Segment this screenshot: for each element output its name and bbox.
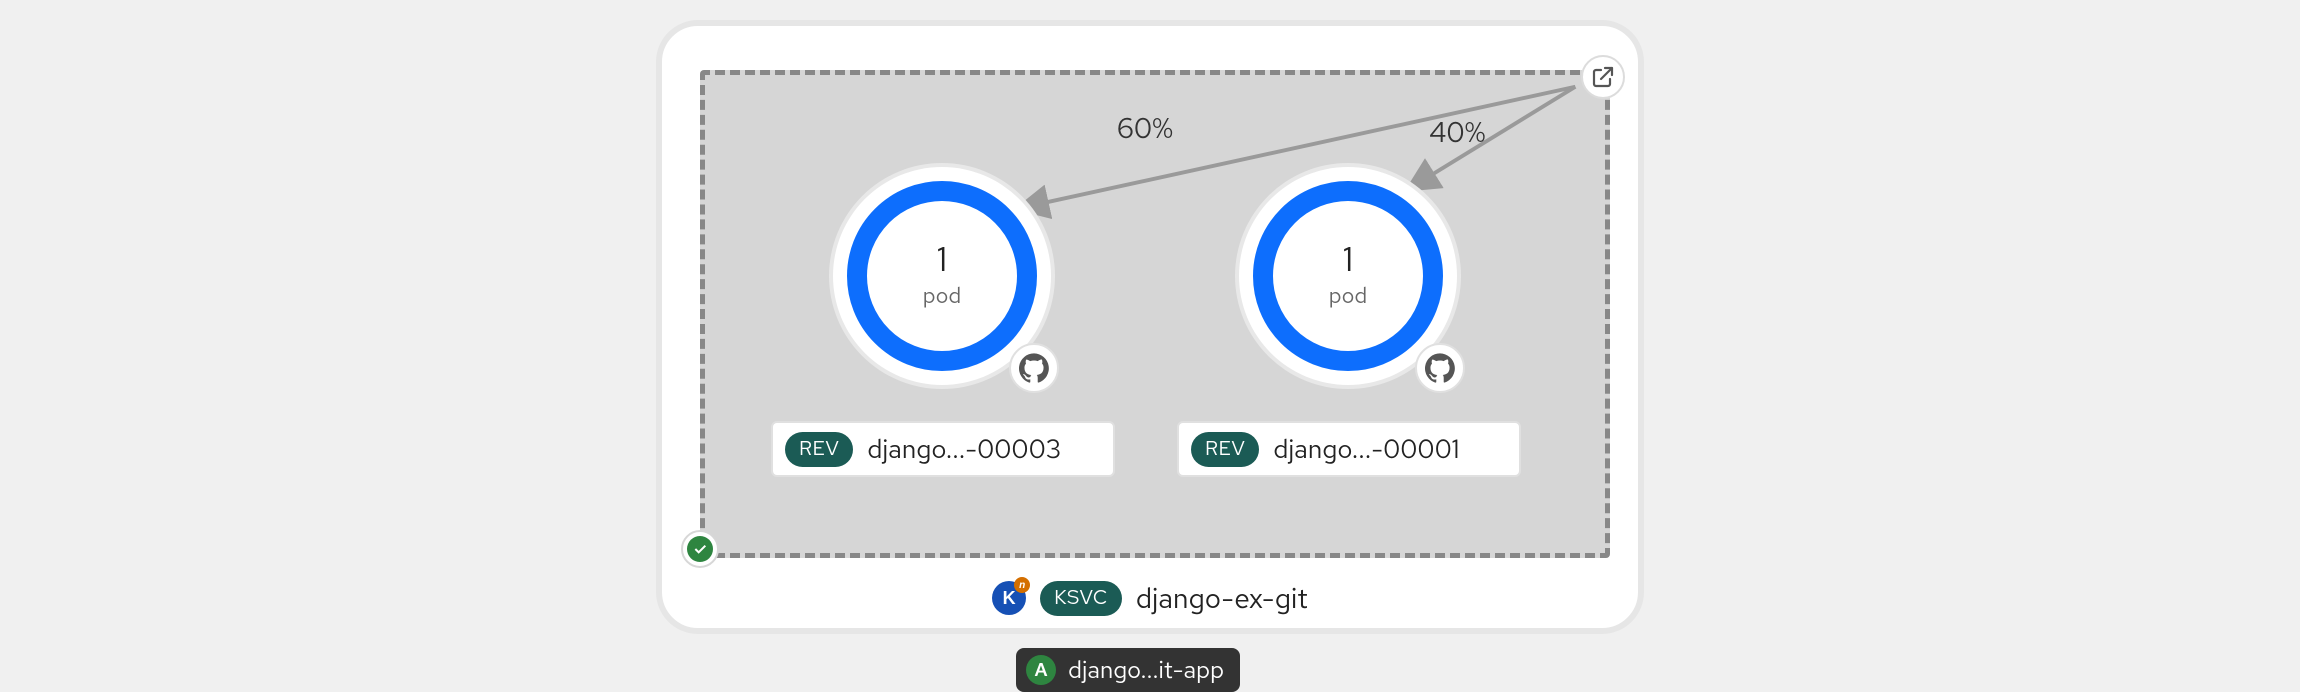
traffic-group: 60% 40% 1 pod 1 p <box>700 70 1610 558</box>
external-link-icon <box>1591 65 1615 89</box>
github-icon <box>1019 353 1049 383</box>
revision-label-right[interactable]: REV django...-00001 <box>1177 421 1521 477</box>
traffic-left-percent: 60% <box>1117 109 1173 147</box>
application-name: django...it-app <box>1068 655 1224 686</box>
open-url-button[interactable] <box>1581 55 1625 99</box>
status-success-circle <box>687 536 713 562</box>
knative-icon: Kn <box>992 581 1026 615</box>
github-icon <box>1425 353 1455 383</box>
revision-name: django...-00003 <box>867 432 1061 466</box>
traffic-right-percent: 40% <box>1429 113 1485 151</box>
service-panel: 60% 40% 1 pod 1 p <box>656 20 1644 634</box>
pod-count: 1 <box>1343 243 1353 277</box>
rev-badge: REV <box>785 432 853 467</box>
application-badge: A <box>1026 655 1056 685</box>
pod-ring-left[interactable]: 1 pod <box>833 167 1051 385</box>
status-indicator <box>681 530 719 568</box>
pod-count: 1 <box>937 243 947 277</box>
source-badge-right[interactable] <box>1415 343 1465 393</box>
pod-label: pod <box>1329 281 1367 310</box>
revision-name: django...-00001 <box>1273 432 1459 466</box>
pod-label: pod <box>923 281 961 310</box>
application-tag[interactable]: A django...it-app <box>1016 648 1240 692</box>
source-badge-left[interactable] <box>1009 343 1059 393</box>
revision-label-left[interactable]: REV django...-00003 <box>771 421 1115 477</box>
service-name: django-ex-git <box>1136 579 1308 617</box>
ksvc-badge: KSVC <box>1040 581 1122 616</box>
rev-badge: REV <box>1191 432 1259 467</box>
check-icon <box>692 541 708 557</box>
pod-ring-right[interactable]: 1 pod <box>1239 167 1457 385</box>
service-footer[interactable]: Kn KSVC django-ex-git <box>662 579 1638 617</box>
